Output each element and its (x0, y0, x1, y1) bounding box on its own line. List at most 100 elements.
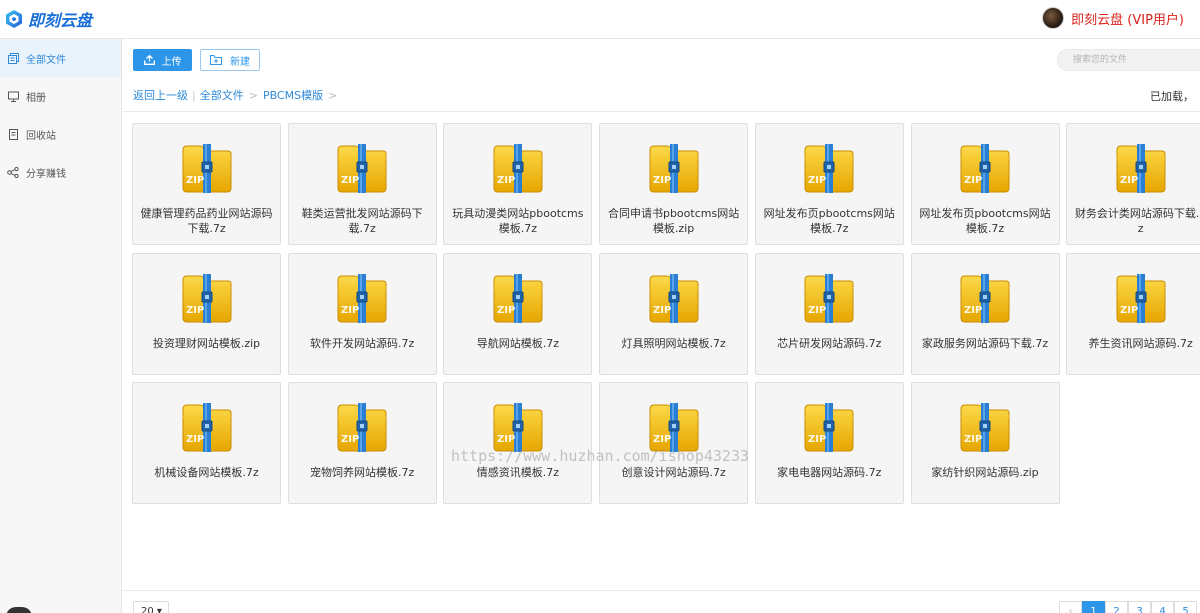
file-name[interactable]: 机械设备网站模板.7z (139, 465, 274, 480)
svg-text:ZIP: ZIP (964, 305, 982, 316)
watermark: https://www.huzhan.com/ishop43233 (451, 447, 750, 465)
user-name[interactable]: 即刻云盘 (VIP用户) (1071, 9, 1184, 28)
file-card[interactable]: ZIP 投资理财网站模板.zip (132, 252, 281, 375)
zip-archive-icon: ZIP (647, 403, 701, 453)
breadcrumb-separator: > (328, 88, 338, 102)
file-name[interactable]: 网址发布页pbootcms网站模板.7z (918, 206, 1053, 236)
page-button-3[interactable]: 3 (1128, 601, 1151, 613)
file-name[interactable]: 财务会计类网站源码下载.7z (1073, 206, 1200, 236)
file-name[interactable]: 灯具照明网站模板.7z (606, 336, 741, 351)
file-card[interactable]: ZIP 软件开发网站源码.7z (287, 252, 437, 375)
file-name[interactable]: 情感资讯模板.7z (450, 465, 585, 480)
new-label: 新建 (230, 56, 250, 68)
upload-button[interactable]: 上传 (133, 49, 192, 71)
monitor-icon (7, 90, 19, 102)
svg-text:ZIP: ZIP (653, 434, 671, 445)
file-name[interactable]: 养生资讯网站源码.7z (1073, 336, 1200, 351)
back-link[interactable]: 返回上一级 (133, 87, 188, 103)
zip-archive-icon: ZIP (958, 403, 1012, 453)
app-logo[interactable]: 即刻云盘 (4, 7, 92, 31)
file-card[interactable]: ZIP 网址发布页pbootcms网站模板.7z (754, 123, 904, 245)
file-name[interactable]: 软件开发网站源码.7z (295, 336, 430, 351)
breadcrumb-item-current[interactable]: PBCMS模版 (263, 87, 323, 103)
sidebar-item-label: 全部文件 (26, 54, 66, 66)
zip-archive-icon: ZIP (335, 144, 389, 194)
page-button-1[interactable]: 1 (1082, 601, 1105, 613)
svg-text:ZIP: ZIP (497, 175, 515, 186)
upload-icon (143, 55, 155, 65)
footer-divider (123, 590, 1200, 591)
file-card[interactable]: ZIP 养生资讯网站源码.7z (1066, 252, 1200, 375)
zip-archive-icon: ZIP (958, 144, 1012, 194)
file-card[interactable]: ZIP 玩具动漫类网站pbootcms模板.7z (443, 123, 593, 245)
file-card[interactable]: ZIP 鞋类运营批发网站源码下载.7z (287, 123, 437, 245)
breadcrumb: 返回上一级 | 全部文件 > PBCMS模版 > (133, 87, 342, 103)
file-name[interactable]: 网址发布页pbootcms网站模板.7z (762, 206, 897, 236)
page-button-4[interactable]: 4 (1151, 601, 1174, 613)
svg-text:ZIP: ZIP (341, 434, 359, 445)
file-card[interactable]: ZIP 创意设计网站源码.7z (599, 382, 749, 504)
zip-archive-icon: ZIP (802, 144, 856, 194)
sidebar-item-share-earn[interactable]: 分享赚钱 (0, 153, 121, 191)
zip-archive-icon: ZIP (802, 403, 856, 453)
file-card[interactable]: ZIP 家政服务网站源码下载.7z (910, 252, 1060, 375)
zip-archive-icon: ZIP (802, 273, 856, 324)
svg-text:ZIP: ZIP (808, 175, 826, 186)
file-name[interactable]: 投资理财网站模板.zip (139, 336, 274, 351)
svg-text:ZIP: ZIP (341, 305, 359, 316)
file-name[interactable]: 家纺针织网站源码.zip (918, 465, 1053, 480)
zip-archive-icon: ZIP (647, 273, 701, 324)
search-input[interactable] (1057, 49, 1200, 71)
page-button-2[interactable]: 2 (1105, 601, 1128, 613)
sidebar-item-recycle-bin[interactable]: 回收站 (0, 115, 121, 153)
svg-text:ZIP: ZIP (653, 305, 671, 316)
file-card[interactable]: ZIP 芯片研发网站源码.7z (754, 252, 904, 375)
user-menu[interactable]: 即刻云盘 (VIP用户) (1042, 7, 1184, 29)
avatar[interactable] (1042, 7, 1065, 29)
content-divider (123, 111, 1200, 112)
prev-page-button[interactable]: ‹ (1059, 601, 1082, 613)
sidebar-item-label: 回收站 (26, 130, 56, 142)
new-folder-button[interactable]: 新建 (200, 49, 260, 71)
load-status: 已加载， (1150, 90, 1194, 103)
breadcrumb-divider: | (192, 88, 196, 102)
file-name[interactable]: 玩具动漫类网站pbootcms模板.7z (450, 206, 585, 236)
file-name[interactable]: 健康管理药品药业网站源码下载.7z (139, 206, 274, 236)
breadcrumb-item-all-files[interactable]: 全部文件 (200, 87, 244, 103)
sidebar-item-all-files[interactable]: 全部文件 (0, 39, 121, 77)
sidebar: 全部文件 相册 回收站 分享赚钱 (0, 39, 122, 613)
file-card[interactable]: ZIP 家纺针织网站源码.zip (910, 382, 1060, 504)
file-card[interactable]: ZIP 机械设备网站模板.7z (132, 382, 281, 504)
file-card[interactable]: ZIP 财务会计类网站源码下载.7z (1066, 123, 1200, 245)
file-name[interactable]: 家电电器网站源码.7z (762, 465, 897, 480)
file-name[interactable]: 导航网站模板.7z (450, 336, 585, 351)
new-folder-icon (210, 55, 222, 65)
zip-archive-icon: ZIP (1114, 144, 1168, 194)
zip-archive-icon: ZIP (335, 403, 389, 453)
file-name[interactable]: 芯片研发网站源码.7z (762, 336, 897, 351)
page-button-5[interactable]: 5 (1174, 601, 1197, 613)
file-name[interactable]: 合同申请书pbootcms网站模板.zip (606, 206, 741, 236)
file-card[interactable]: ZIP 健康管理药品药业网站源码下载.7z (132, 123, 281, 245)
file-card[interactable]: ZIP 导航网站模板.7z (443, 252, 593, 375)
svg-text:ZIP: ZIP (1120, 175, 1138, 186)
file-name[interactable]: 鞋类运营批发网站源码下载.7z (295, 206, 430, 236)
svg-text:ZIP: ZIP (186, 305, 204, 316)
page-size-select[interactable]: 20 ▾ (133, 601, 169, 613)
svg-text:ZIP: ZIP (964, 175, 982, 186)
file-card[interactable]: ZIP 合同申请书pbootcms网站模板.zip (599, 123, 749, 245)
file-card[interactable]: ZIP 网址发布页pbootcms网站模板.7z (910, 123, 1060, 245)
sidebar-item-album[interactable]: 相册 (0, 77, 121, 115)
svg-text:ZIP: ZIP (808, 305, 826, 316)
file-name[interactable]: 宠物饲养网站模板.7z (295, 465, 430, 480)
file-name[interactable]: 家政服务网站源码下载.7z (918, 336, 1053, 351)
app-logo-text: 即刻云盘 (28, 11, 93, 30)
file-card[interactable]: ZIP 灯具照明网站模板.7z (599, 252, 749, 375)
file-card[interactable]: ZIP 家电电器网站源码.7z (754, 382, 904, 504)
zip-archive-icon: ZIP (647, 144, 701, 194)
share-icon (7, 166, 19, 178)
zip-archive-icon: ZIP (1114, 273, 1168, 324)
file-name[interactable]: 创意设计网站源码.7z (606, 465, 741, 480)
file-card[interactable]: ZIP 情感资讯模板.7z (443, 382, 593, 504)
file-card[interactable]: ZIP 宠物饲养网站模板.7z (287, 382, 437, 504)
